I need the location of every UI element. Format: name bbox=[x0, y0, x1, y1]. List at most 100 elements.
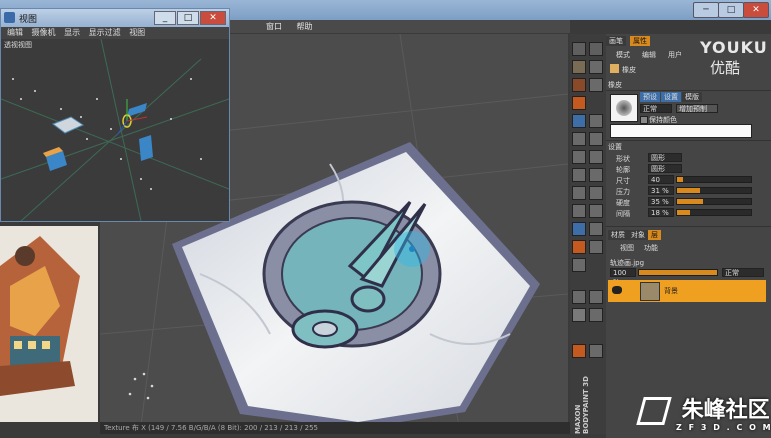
size-slider[interactable] bbox=[676, 176, 752, 183]
menu-camera[interactable]: 摄像机 bbox=[32, 28, 56, 37]
brush-name-label: 橡皮 bbox=[622, 66, 636, 74]
tab-material[interactable]: 材质 bbox=[608, 230, 628, 240]
layer-menu-view[interactable]: 视图 bbox=[620, 243, 634, 253]
viewport-label: 透视视图 bbox=[4, 41, 32, 49]
view-close-button[interactable]: ✕ bbox=[200, 11, 226, 25]
contour-select[interactable]: 圆形 bbox=[648, 164, 682, 173]
tool-stamp-icon[interactable] bbox=[589, 222, 603, 236]
subtab-preset[interactable]: 预设 bbox=[640, 92, 660, 102]
tool-texture-icon[interactable] bbox=[572, 78, 586, 92]
view-window[interactable]: 视图 _ □ ✕ 编辑 摄像机 显示 显示过滤 视图 透视视图 bbox=[0, 8, 230, 222]
tool-burn-icon[interactable] bbox=[589, 168, 603, 182]
pressure-slider[interactable] bbox=[676, 187, 752, 194]
minimize-button[interactable]: ─ bbox=[693, 2, 719, 18]
brush-center bbox=[409, 246, 415, 252]
spacing-input[interactable]: 18 % bbox=[648, 208, 674, 217]
tool-magic-wand-icon[interactable] bbox=[572, 186, 586, 200]
add-preset-button[interactable]: 增加预制 bbox=[676, 104, 718, 113]
tool-projection-icon[interactable] bbox=[589, 308, 603, 322]
close-button[interactable]: ✕ bbox=[743, 2, 769, 18]
subtab-settings[interactable]: 设置 bbox=[661, 92, 681, 102]
tool-lasso-icon[interactable] bbox=[589, 186, 603, 200]
view-window-title-bar[interactable]: 视图 _ □ ✕ bbox=[1, 9, 229, 27]
hardness-label: 硬度 bbox=[616, 199, 630, 207]
tab-mode[interactable]: 模式 bbox=[616, 50, 630, 60]
spacing-slider[interactable] bbox=[676, 209, 752, 216]
layer-opacity-slider[interactable] bbox=[638, 269, 718, 276]
tool-hand-icon[interactable] bbox=[572, 258, 586, 272]
tool-uv-icon[interactable] bbox=[589, 78, 603, 92]
menu-window[interactable]: 窗口 bbox=[266, 22, 282, 31]
settings-title: 设置 bbox=[608, 143, 622, 151]
tool-eraser-icon[interactable] bbox=[572, 222, 586, 236]
tool-star-icon[interactable] bbox=[572, 240, 586, 254]
maximize-button[interactable]: □ bbox=[718, 2, 744, 18]
layer-row-background[interactable]: 背景 bbox=[608, 280, 766, 302]
tab-edit[interactable]: 编辑 bbox=[642, 50, 656, 60]
view-window-title: 视图 bbox=[19, 15, 38, 25]
layer-mode-select[interactable]: 正常 bbox=[722, 268, 764, 277]
vertical-logo: MAXON BODYPAINT 3D bbox=[574, 376, 590, 434]
status-bar: Texture 布 X (149 / 7.56 B/G/B/A (8 Bit):… bbox=[100, 422, 570, 434]
layer-menu-function[interactable]: 功能 bbox=[644, 243, 658, 253]
tool-smear-icon[interactable] bbox=[589, 132, 603, 146]
tool-eyedropper-icon[interactable] bbox=[572, 204, 586, 218]
blend-mode-select[interactable]: 正常 bbox=[640, 104, 672, 113]
tool-brush-icon[interactable] bbox=[572, 114, 586, 128]
tool-move-icon[interactable] bbox=[572, 42, 586, 56]
tab-layer[interactable]: 层 bbox=[648, 230, 661, 240]
tool-rotate-icon[interactable] bbox=[589, 42, 603, 56]
view-maximize-button[interactable]: □ bbox=[177, 11, 199, 25]
view-minimize-button[interactable]: _ bbox=[154, 11, 176, 25]
tool-dodge-icon[interactable] bbox=[572, 168, 586, 182]
tool-select-icon[interactable] bbox=[589, 60, 603, 74]
tool-object-icon[interactable] bbox=[572, 96, 586, 110]
layer-thumbnail bbox=[640, 282, 660, 301]
menu-filter[interactable]: 显示过滤 bbox=[89, 28, 121, 37]
layer-opacity-input[interactable]: 100 % bbox=[610, 268, 636, 286]
tool-checker-icon[interactable] bbox=[572, 308, 586, 322]
perspective-viewport[interactable]: 透视视图 bbox=[1, 39, 229, 221]
tool-fill-icon[interactable] bbox=[572, 150, 586, 164]
tool-grid-icon[interactable] bbox=[572, 290, 586, 304]
tool-render-icon[interactable] bbox=[572, 344, 586, 358]
menu-edit[interactable]: 编辑 bbox=[7, 28, 23, 37]
hardness-slider[interactable] bbox=[676, 198, 752, 205]
pressure-input[interactable]: 31 % bbox=[648, 186, 674, 195]
texture-thumbnail bbox=[0, 226, 98, 422]
tool-preview-icon[interactable] bbox=[589, 344, 603, 358]
tool-pencil-icon[interactable] bbox=[589, 114, 603, 128]
shape-select[interactable]: 圆形 bbox=[648, 153, 682, 162]
shape-label: 形状 bbox=[616, 155, 630, 163]
tool-mirror-icon[interactable] bbox=[589, 290, 603, 304]
tool-clone-icon[interactable] bbox=[572, 132, 586, 146]
hardness-input[interactable]: 35 % bbox=[648, 197, 674, 206]
tool-gradient-icon[interactable] bbox=[589, 150, 603, 164]
spacing-label: 间隔 bbox=[616, 210, 630, 218]
attribute-panel: 画笔 属性 模式 编辑 用户 橡皮 橡皮 预设 设置 模版 正常 增加预制 保持… bbox=[606, 34, 771, 438]
brush-preview[interactable] bbox=[610, 94, 638, 122]
tool-shape-icon[interactable] bbox=[589, 240, 603, 254]
tool-text-icon[interactable] bbox=[589, 204, 603, 218]
tab-object[interactable]: 对象 bbox=[628, 230, 648, 240]
tab-attributes[interactable]: 属性 bbox=[630, 36, 650, 46]
eraser-icon bbox=[610, 64, 619, 73]
keep-color-checkbox[interactable] bbox=[640, 116, 648, 124]
youku-watermark: YOUKU 优酷 bbox=[700, 38, 768, 77]
size-input[interactable]: 40 bbox=[648, 175, 674, 184]
main-menu-bar: 窗口 帮助 bbox=[230, 20, 570, 33]
brush-stroke-preview bbox=[610, 124, 752, 138]
tool-palette: MAXON BODYPAINT 3D bbox=[570, 34, 606, 434]
tool-scale-icon[interactable] bbox=[572, 60, 586, 74]
menu-view[interactable]: 视图 bbox=[129, 28, 145, 37]
tab-brush[interactable]: 画笔 bbox=[606, 36, 626, 46]
tab-user[interactable]: 用户 bbox=[668, 50, 682, 60]
menu-help[interactable]: 帮助 bbox=[297, 22, 313, 31]
menu-display[interactable]: 显示 bbox=[64, 28, 80, 37]
view-window-menu: 编辑 摄像机 显示 显示过滤 视图 bbox=[1, 27, 229, 39]
zf3d-logo-icon bbox=[636, 397, 672, 425]
subtab-template[interactable]: 模版 bbox=[682, 92, 702, 102]
size-label: 尺寸 bbox=[616, 177, 630, 185]
eye-icon[interactable] bbox=[612, 286, 622, 294]
perspective-canvas[interactable] bbox=[1, 39, 229, 221]
